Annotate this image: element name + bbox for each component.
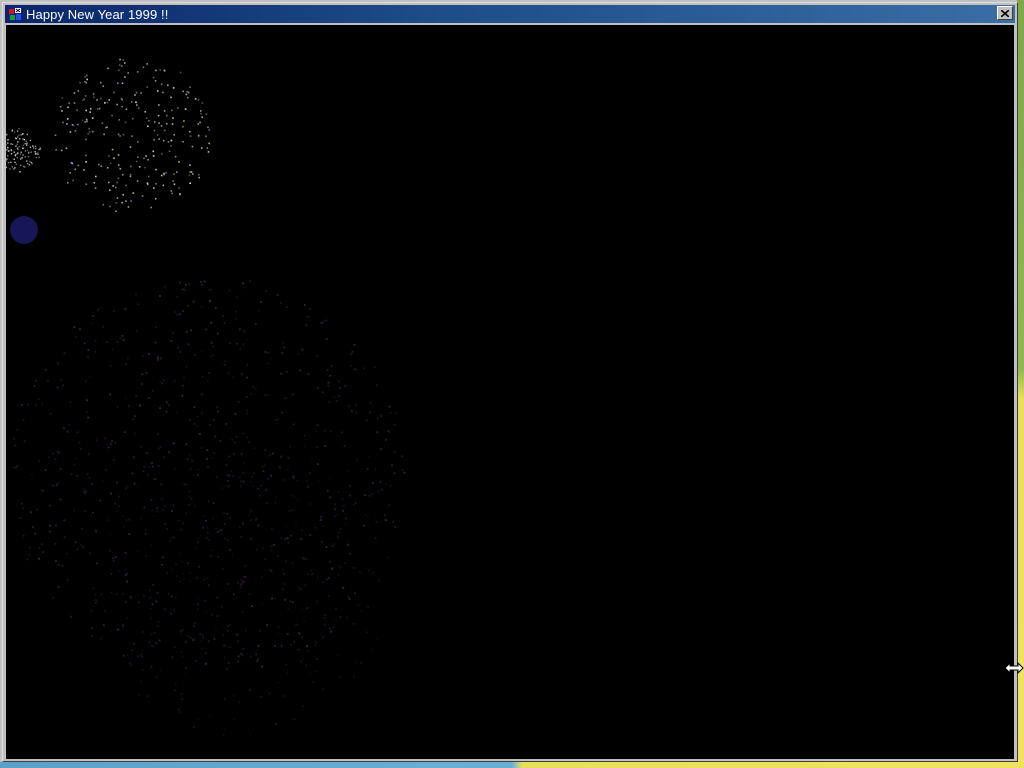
app-window: Happy New Year 1999 !! <box>2 2 1018 762</box>
fireworks-canvas[interactable] <box>6 25 1014 759</box>
close-button[interactable] <box>997 6 1013 20</box>
window-title: Happy New Year 1999 !! <box>26 6 169 22</box>
horizontal-resize-cursor-icon <box>1004 662 1024 674</box>
directx-app-icon[interactable] <box>8 7 22 21</box>
desktop-background-strip-bottom <box>0 762 1024 768</box>
title-bar[interactable]: Happy New Year 1999 !! <box>5 5 1015 23</box>
desktop-background-strip <box>1017 0 1024 768</box>
fireworks-particles <box>6 58 406 736</box>
close-icon <box>1001 9 1009 17</box>
